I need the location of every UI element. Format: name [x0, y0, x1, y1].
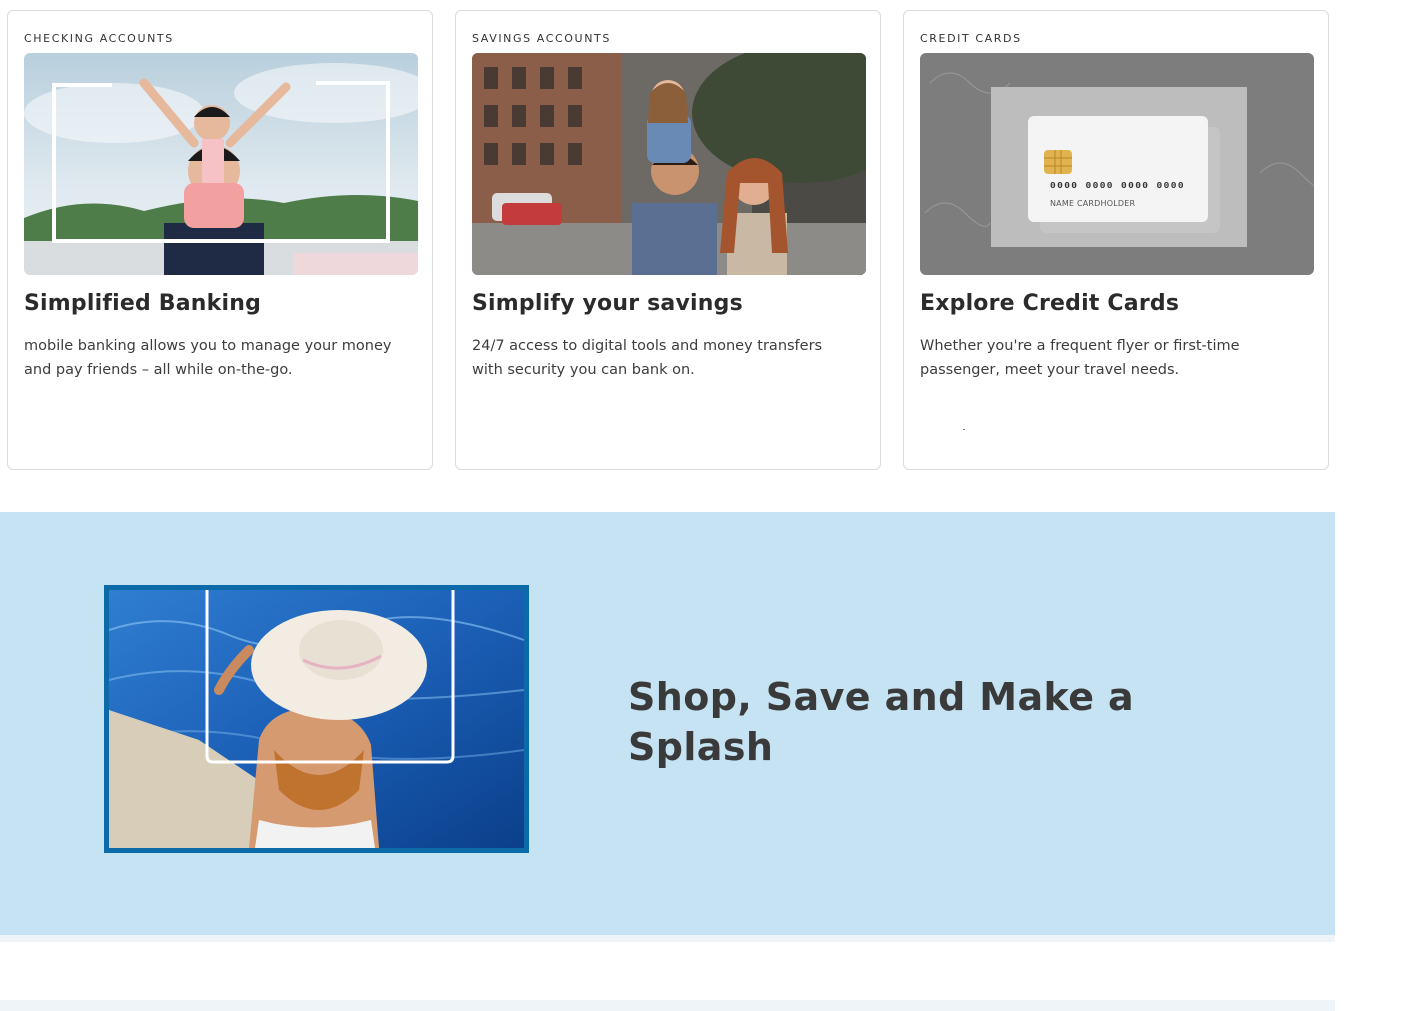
card-image-credit-card[interactable]	[920, 53, 1314, 275]
card-title[interactable]: Simplified Banking	[24, 291, 261, 316]
promo-image[interactable]	[104, 585, 529, 853]
card-credit[interactable]: CREDIT CARDS 0000 0000 0000 0000 NAME CA…	[903, 10, 1329, 470]
stray-dot	[963, 429, 965, 430]
chip-icon	[1044, 150, 1072, 174]
card-description: 24/7 access to digital tools and money t…	[472, 338, 823, 378]
card-description: mobile banking allows you to manage your…	[24, 338, 392, 378]
card-checking[interactable]: CHECKING ACCOUNTS Simplified Banking mob…	[7, 10, 433, 470]
family-photo	[24, 53, 418, 275]
street-photo	[472, 53, 866, 275]
card-eyebrow: CHECKING ACCOUNTS	[24, 32, 174, 45]
card-image-family-street[interactable]	[472, 53, 866, 275]
card-number: 0000 0000 0000 0000	[1050, 180, 1185, 191]
section-divider	[0, 1000, 1335, 1011]
card-title[interactable]: Simplify your savings	[472, 291, 743, 316]
card-savings[interactable]: SAVINGS ACCOUNTS Simplify your savings 2…	[455, 10, 881, 470]
credit-card-photo	[920, 53, 1314, 275]
card-eyebrow: SAVINGS ACCOUNTS	[472, 32, 611, 45]
card-holder-name: NAME CARDHOLDER	[1050, 199, 1136, 208]
section-divider	[0, 935, 1335, 942]
card-eyebrow: CREDIT CARDS	[920, 32, 1022, 45]
promo-band: Shop, Save and Make a Splash	[0, 512, 1335, 935]
card-title[interactable]: Explore Credit Cards	[920, 291, 1179, 316]
pool-photo	[109, 590, 524, 848]
promo-title: Shop, Save and Make a Splash	[628, 675, 1135, 769]
card-image-family-sky[interactable]	[24, 53, 418, 275]
card-description: Whether you're a frequent flyer or first…	[920, 338, 1240, 378]
